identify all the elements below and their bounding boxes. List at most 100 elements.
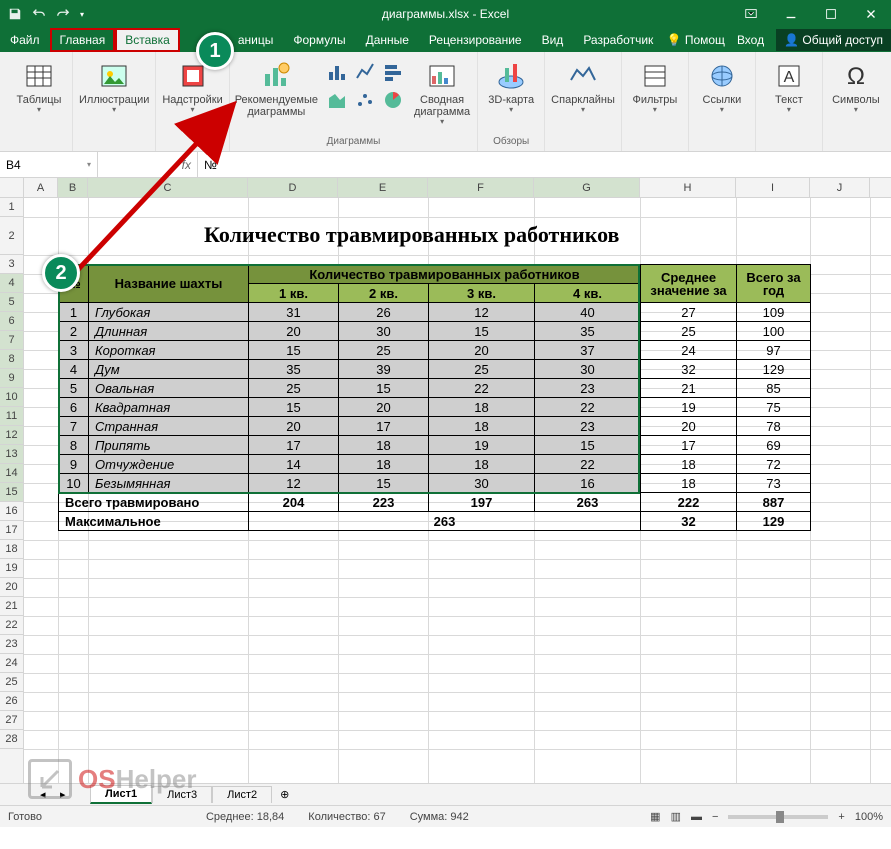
tab-formulas[interactable]: Формулы xyxy=(283,28,355,52)
pie-chart-icon[interactable] xyxy=(381,88,405,112)
tab-view[interactable]: Вид xyxy=(532,28,574,52)
svg-text:Ω: Ω xyxy=(847,63,865,90)
zoom-in-icon[interactable]: + xyxy=(838,811,844,823)
chart-type-grid[interactable] xyxy=(325,60,405,112)
illustrations-button[interactable]: Иллюстрации xyxy=(79,56,149,115)
column-headers[interactable]: A B C D E F G H I J xyxy=(0,178,891,198)
undo-icon[interactable] xyxy=(32,7,46,21)
pivot-chart-button[interactable]: Сводная диаграмма xyxy=(413,56,471,127)
close-icon[interactable] xyxy=(851,0,891,28)
col-D[interactable]: D xyxy=(248,178,338,197)
row-headers[interactable]: 1234567891011121314151617181920212223242… xyxy=(0,198,24,783)
col-I[interactable]: I xyxy=(736,178,810,197)
filters-button[interactable]: Фильтры xyxy=(628,56,682,115)
row-26[interactable]: 26 xyxy=(0,692,23,711)
col-J[interactable]: J xyxy=(810,178,870,197)
minimize-icon[interactable] xyxy=(771,0,811,28)
line-chart-icon[interactable] xyxy=(353,60,377,84)
addins-button[interactable]: Надстройки xyxy=(162,56,222,115)
row-28[interactable]: 28 xyxy=(0,730,23,749)
tab-developer[interactable]: Разработчик xyxy=(573,28,663,52)
col-E[interactable]: E xyxy=(338,178,428,197)
view-normal-icon[interactable]: ▦ xyxy=(650,810,660,823)
hdr-num: № xyxy=(59,265,89,303)
row-16[interactable]: 16 xyxy=(0,502,23,521)
maximize-icon[interactable] xyxy=(811,0,851,28)
hbar-chart-icon[interactable] xyxy=(381,60,405,84)
titlebar: ▾ диаграммы.xlsx - Excel xyxy=(0,0,891,28)
row-25[interactable]: 25 xyxy=(0,673,23,692)
row-6[interactable]: 6 xyxy=(0,312,23,331)
tab-pagelayout[interactable]: аницы xyxy=(228,28,284,52)
col-A[interactable]: A xyxy=(24,178,58,197)
col-F[interactable]: F xyxy=(428,178,534,197)
row-7[interactable]: 7 xyxy=(0,331,23,350)
row-9[interactable]: 9 xyxy=(0,369,23,388)
formula-input[interactable]: № xyxy=(198,152,891,177)
title-cell: Количество травмированных работников xyxy=(204,222,619,248)
zoom-level[interactable]: 100% xyxy=(855,811,883,823)
view-layout-icon[interactable]: ▥ xyxy=(671,810,681,823)
col-B[interactable]: B xyxy=(58,178,88,197)
view-break-icon[interactable]: ▬ xyxy=(691,811,702,823)
sparklines-button[interactable]: Спарклайны xyxy=(551,56,615,115)
row-17[interactable]: 17 xyxy=(0,521,23,540)
zoom-slider[interactable] xyxy=(728,815,828,819)
share-button[interactable]: 👤 Общий доступ xyxy=(776,29,891,51)
zoom-out-icon[interactable]: − xyxy=(712,811,718,823)
row-8[interactable]: 8 xyxy=(0,350,23,369)
row-23[interactable]: 23 xyxy=(0,635,23,654)
tab-cut[interactable]: Р xyxy=(180,28,228,52)
tab-home[interactable]: Главная xyxy=(50,28,116,52)
row-1[interactable]: 1 xyxy=(0,198,23,217)
symbols-button[interactable]: Ω Символы xyxy=(829,56,883,115)
row-22[interactable]: 22 xyxy=(0,616,23,635)
select-all-corner[interactable] xyxy=(0,178,24,197)
col-H[interactable]: H xyxy=(640,178,736,197)
ribbon-opts-icon[interactable] xyxy=(731,0,771,28)
scatter-chart-icon[interactable] xyxy=(353,88,377,112)
row-18[interactable]: 18 xyxy=(0,540,23,559)
row-19[interactable]: 19 xyxy=(0,559,23,578)
table-row: 1Глубокая3126124027109 xyxy=(59,303,811,322)
row-14[interactable]: 14 xyxy=(0,464,23,483)
tab-review[interactable]: Рецензирование xyxy=(419,28,532,52)
bar-chart-icon[interactable] xyxy=(325,60,349,84)
tab-insert[interactable]: Вставка xyxy=(115,28,180,52)
row-24[interactable]: 24 xyxy=(0,654,23,673)
row-21[interactable]: 21 xyxy=(0,597,23,616)
row-5[interactable]: 5 xyxy=(0,293,23,312)
tab-file[interactable]: Файл xyxy=(0,28,50,52)
3d-map-button[interactable]: 3D-карта xyxy=(484,56,538,115)
add-sheet-icon[interactable]: ⊕ xyxy=(272,788,297,801)
row-11[interactable]: 11 xyxy=(0,407,23,426)
table-row: 10Безымянная121530161873 xyxy=(59,474,811,493)
tell-me[interactable]: 💡 Помощ xyxy=(667,33,725,47)
row-20[interactable]: 20 xyxy=(0,578,23,597)
fx-icon[interactable]: fx xyxy=(182,158,191,172)
area-chart-icon[interactable] xyxy=(325,88,349,112)
row-15[interactable]: 15 xyxy=(0,483,23,502)
name-box[interactable]: B4▾ xyxy=(0,152,98,177)
row-10[interactable]: 10 xyxy=(0,388,23,407)
tables-button[interactable]: Таблицы xyxy=(12,56,66,115)
col-C[interactable]: C xyxy=(88,178,248,197)
worksheet[interactable]: A B C D E F G H I J 12345678910111213141… xyxy=(0,178,891,783)
row-27[interactable]: 27 xyxy=(0,711,23,730)
tab-data[interactable]: Данные xyxy=(356,28,419,52)
qat-dropdown-icon[interactable]: ▾ xyxy=(80,10,84,19)
col-G[interactable]: G xyxy=(534,178,640,197)
text-button[interactable]: A Текст xyxy=(762,56,816,115)
row-12[interactable]: 12 xyxy=(0,426,23,445)
signin-link[interactable]: Вход xyxy=(737,33,764,47)
row-3[interactable]: 3 xyxy=(0,255,23,274)
save-icon[interactable] xyxy=(8,7,22,21)
redo-icon[interactable] xyxy=(56,7,70,21)
links-button[interactable]: Ссылки xyxy=(695,56,749,115)
row-2[interactable]: 2 xyxy=(0,217,23,255)
sheet-tab-3[interactable]: Лист2 xyxy=(212,786,272,803)
recommended-charts-button[interactable]: Рекомендуемые диаграммы xyxy=(236,56,317,118)
row-13[interactable]: 13 xyxy=(0,445,23,464)
table-row: 3Короткая152520372497 xyxy=(59,341,811,360)
row-4[interactable]: 4 xyxy=(0,274,23,293)
